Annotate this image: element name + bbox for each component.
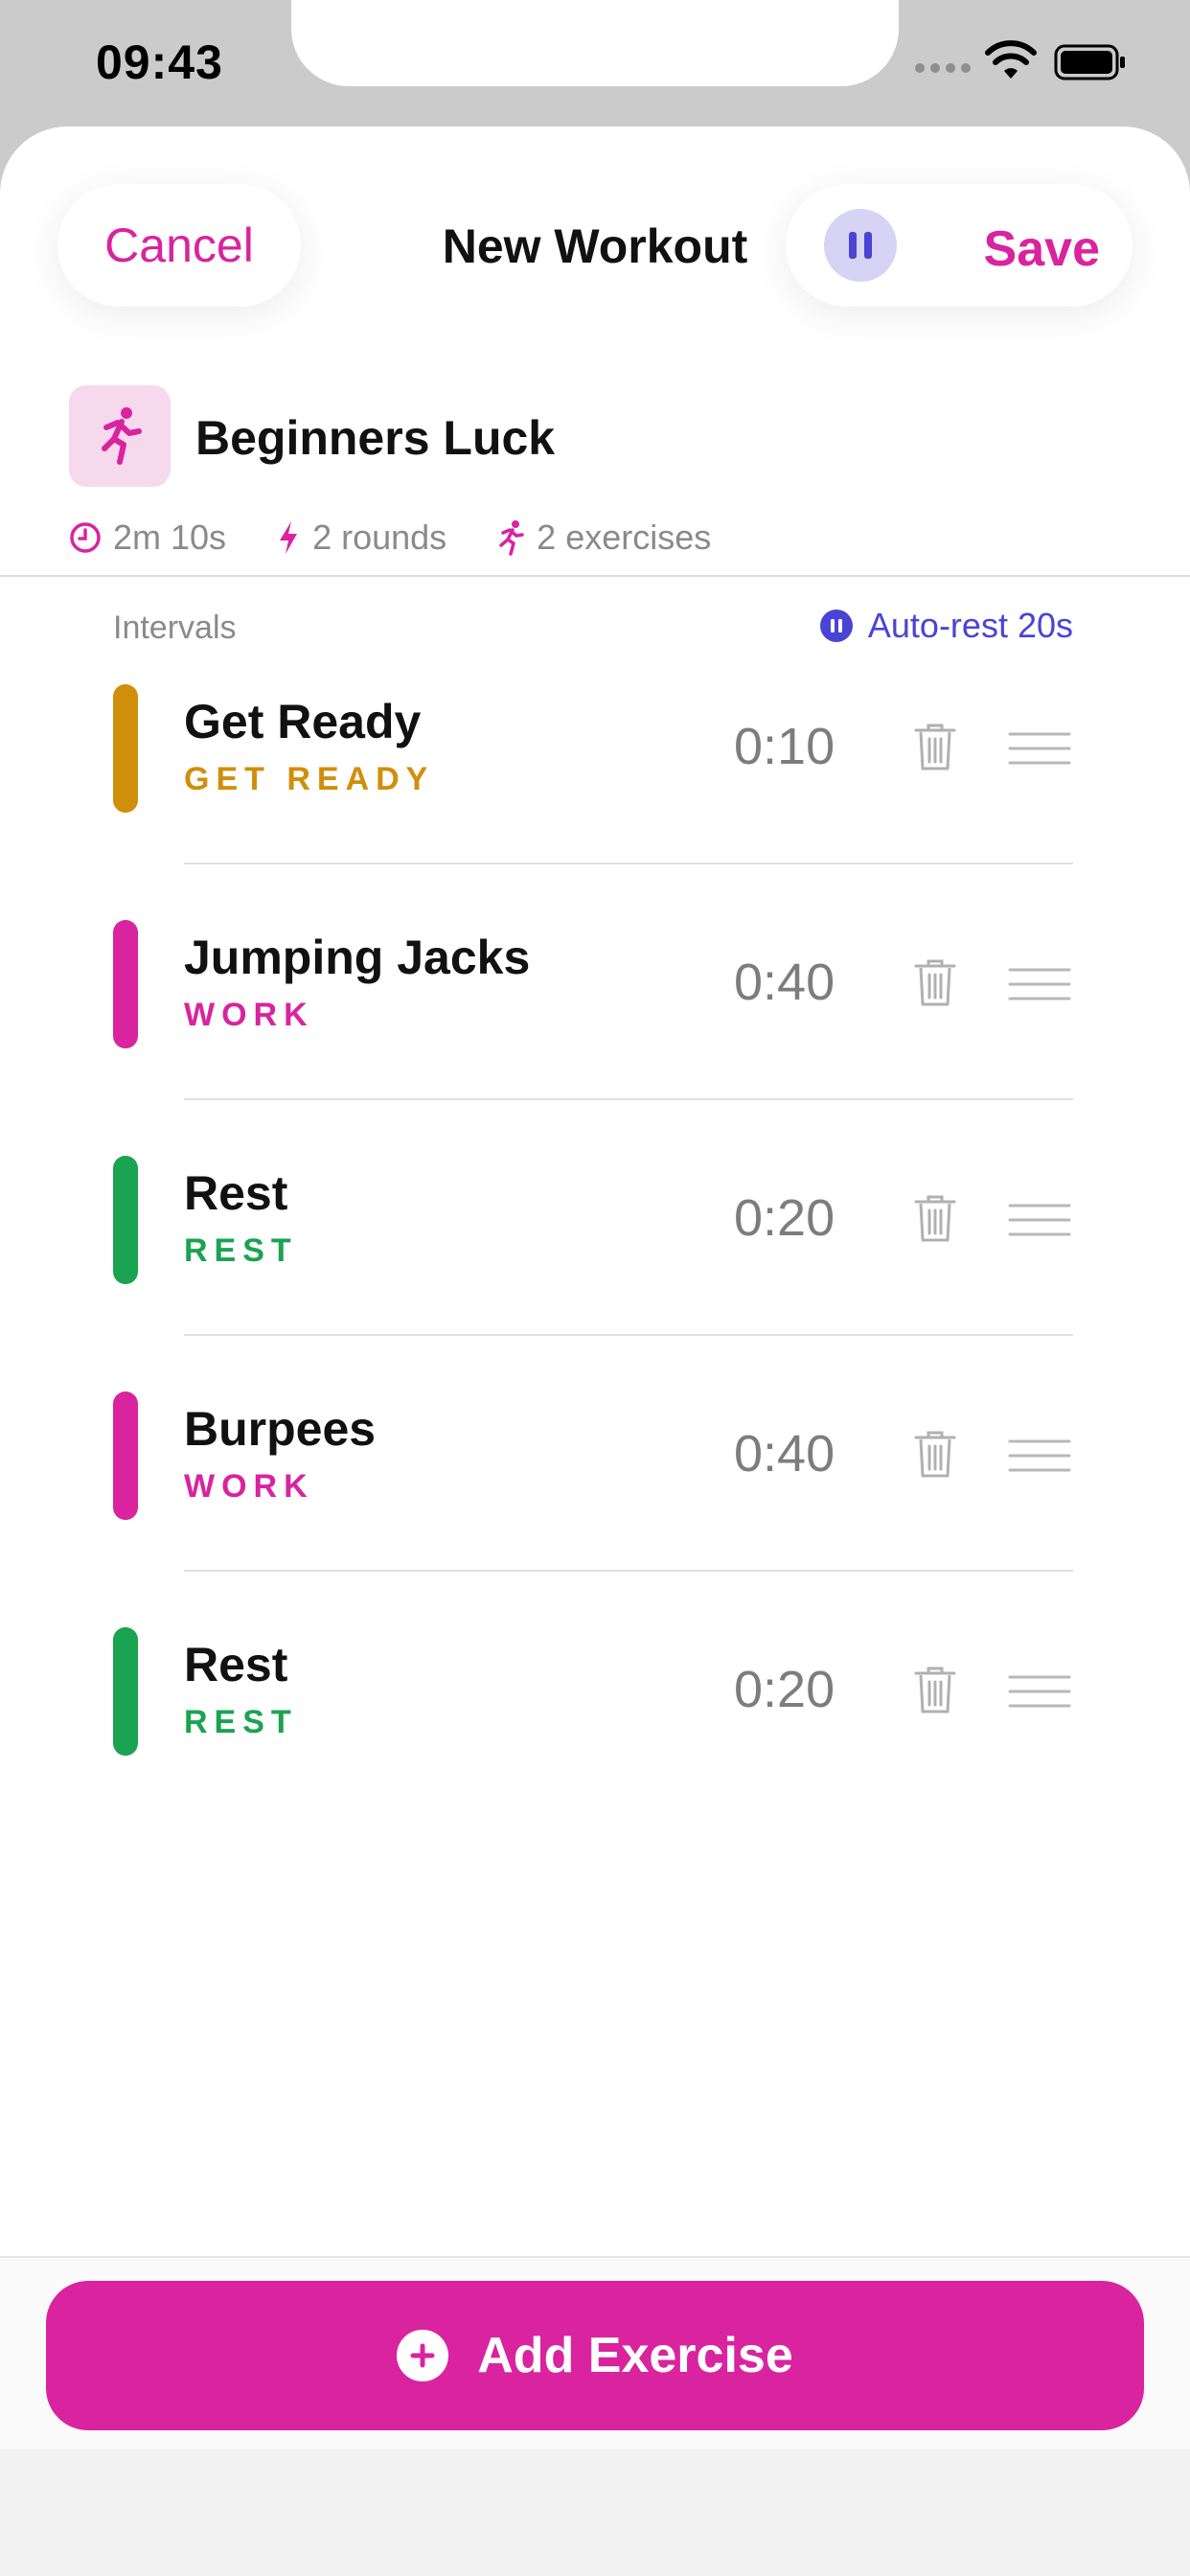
interval-color-bar <box>113 1627 138 1756</box>
plus-circle-icon <box>397 2330 449 2381</box>
interval-row[interactable]: Burpees WORK 0:40 <box>0 1219 1190 1572</box>
workout-name[interactable]: Beginners Luck <box>195 410 555 466</box>
interval-row[interactable]: Rest REST 0:20 <box>0 1455 1190 1756</box>
nav-actions: Save <box>786 184 1133 307</box>
interval-row[interactable]: Jumping Jacks WORK 0:40 <box>0 748 1190 1100</box>
running-icon[interactable] <box>69 385 171 487</box>
interval-name: Rest <box>184 1638 288 1691</box>
new-workout-sheet: Cancel New Workout Save Beginners Luck 2… <box>0 126 1190 2576</box>
battery-icon <box>1054 44 1125 80</box>
pause-button[interactable] <box>824 209 897 282</box>
home-indicator-area <box>0 2450 1190 2576</box>
add-exercise-button[interactable]: Add Exercise <box>46 2281 1144 2430</box>
drag-handle-icon[interactable] <box>1008 1673 1071 1710</box>
cellular-signal-icon <box>915 63 971 73</box>
interval-kind: REST <box>184 1704 298 1740</box>
interval-duration[interactable]: 0:20 <box>734 1660 835 1719</box>
interval-name: Rest <box>184 1166 288 1220</box>
nav-bar: Cancel New Workout Save <box>0 126 1190 318</box>
notch <box>291 0 899 86</box>
workout-header: Beginners Luck <box>69 385 1123 491</box>
intervals-list: Get Ready GET READY 0:10 Jumping Jacks W… <box>0 684 1190 1863</box>
status-time: 09:43 <box>96 35 223 89</box>
add-exercise-label: Add Exercise <box>477 2328 793 2383</box>
trash-icon[interactable] <box>912 1664 958 1715</box>
wifi-icon <box>985 40 1037 79</box>
interval-name: Get Ready <box>184 695 422 748</box>
interval-name: Burpees <box>184 1402 377 1456</box>
interval-name: Jumping Jacks <box>184 931 531 984</box>
interval-row[interactable]: Get Ready GET READY 0:10 <box>0 512 1190 864</box>
pause-icon <box>849 232 872 259</box>
status-bar: 09:43 <box>0 0 1190 126</box>
save-button[interactable]: Save <box>984 220 1100 278</box>
interval-row[interactable]: Rest REST 0:20 <box>0 983 1190 1336</box>
